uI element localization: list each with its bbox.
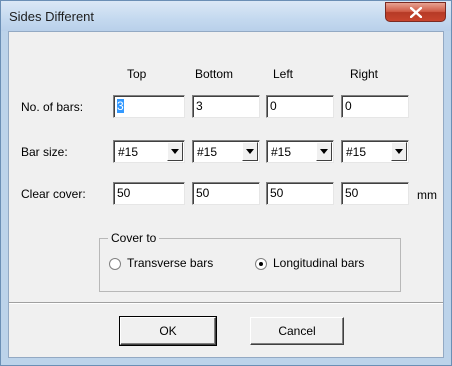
cover-left-field[interactable]: 50: [266, 182, 334, 205]
close-x-icon: [410, 7, 422, 18]
column-header-top: Top: [127, 67, 147, 81]
close-button[interactable]: [385, 2, 446, 22]
size-top-select[interactable]: #15: [113, 140, 185, 163]
chevron-down-icon[interactable]: [391, 142, 407, 161]
separator: [9, 302, 443, 304]
bars-right-field[interactable]: 0: [341, 95, 409, 118]
transverse-bars-label[interactable]: Transverse bars: [127, 256, 213, 270]
size-bottom-select[interactable]: #15: [192, 140, 260, 163]
cancel-button[interactable]: Cancel: [250, 317, 344, 345]
no-of-bars-label: No. of bars:: [21, 100, 84, 114]
size-left-select[interactable]: #15: [266, 140, 334, 163]
bars-top-field[interactable]: 3: [113, 95, 185, 118]
dialog-window: Sides Different Top Bottom Left Right No…: [0, 0, 452, 366]
column-header-left: Left: [273, 67, 294, 81]
chevron-down-icon[interactable]: [242, 142, 258, 161]
bar-size-label: Bar size:: [21, 145, 68, 159]
cover-right-field[interactable]: 50: [341, 182, 409, 205]
size-right-select[interactable]: #15: [341, 140, 409, 163]
bars-left-field[interactable]: 0: [266, 95, 334, 118]
cover-to-group: Cover to Transverse bars Longitudinal ba…: [99, 231, 401, 292]
window-title: Sides Different: [9, 9, 95, 24]
cover-bottom-field[interactable]: 50: [192, 182, 260, 205]
title-bar[interactable]: Sides Different: [1, 1, 451, 31]
clear-cover-label: Clear cover:: [21, 187, 86, 201]
longitudinal-bars-label[interactable]: Longitudinal bars: [273, 256, 364, 270]
transverse-bars-radio[interactable]: [109, 258, 121, 270]
bars-bottom-field[interactable]: 3: [192, 95, 260, 118]
chevron-down-icon[interactable]: [316, 142, 332, 161]
dialog-client-area: Top Bottom Left Right No. of bars: 3 3 0…: [8, 31, 444, 358]
longitudinal-bars-radio[interactable]: [255, 258, 267, 270]
column-header-right: Right: [350, 67, 379, 81]
cover-top-field[interactable]: 50: [113, 182, 185, 205]
cover-to-legend: Cover to: [108, 231, 160, 245]
ok-button[interactable]: OK: [119, 316, 217, 346]
chevron-down-icon[interactable]: [167, 142, 183, 161]
column-header-bottom: Bottom: [195, 67, 234, 81]
unit-label: mm: [417, 188, 437, 202]
radio-selected-dot: [259, 262, 263, 266]
